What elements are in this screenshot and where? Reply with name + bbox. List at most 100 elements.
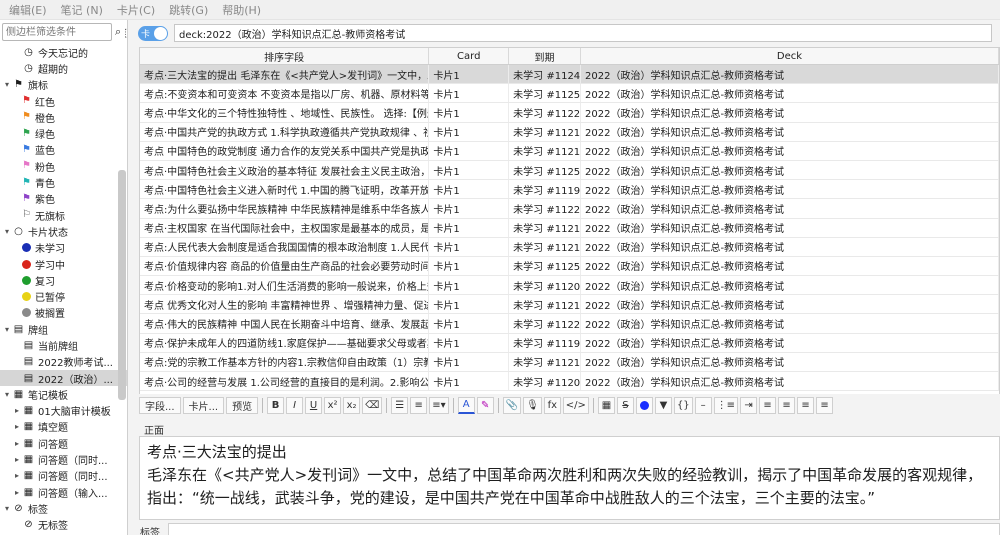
chevron-down-icon[interactable]: ▾ bbox=[2, 325, 12, 334]
chevron-down-icon[interactable]: ▾ bbox=[2, 390, 12, 399]
sidebar-scrollbar[interactable] bbox=[118, 170, 126, 400]
align-left-icon[interactable]: ≡ bbox=[759, 396, 777, 414]
table-row[interactable]: 考点·中华文化的三个特性独特性 、地域性、民族性。 选择:【例题... 卡片1 未学… bbox=[140, 103, 999, 123]
chevron-down-icon[interactable]: ▾ bbox=[2, 80, 12, 89]
sidebar-item[interactable]: ▸ ▦ 问答题（同时... bbox=[0, 468, 127, 484]
html-editor-icon[interactable]: </> bbox=[562, 396, 589, 414]
sidebar-item[interactable]: ▾ ▤ 牌组 bbox=[0, 321, 127, 337]
tags-input[interactable] bbox=[168, 523, 1000, 535]
align-center-icon[interactable]: ≡ bbox=[778, 396, 796, 414]
indent-icon[interactable]: ⇥ bbox=[740, 396, 758, 414]
ordered-list-icon[interactable]: ≡ bbox=[410, 396, 428, 414]
sidebar-item[interactable]: ▾ ⚑ 旗标 bbox=[0, 77, 127, 93]
list-icon[interactable]: ⋮≡ bbox=[713, 396, 739, 414]
cards-notes-toggle[interactable]: 卡 bbox=[138, 25, 168, 41]
sidebar-item[interactable]: ▸ ▦ 问答题 bbox=[0, 435, 127, 451]
sidebar-search-input[interactable] bbox=[2, 23, 112, 41]
table-row[interactable]: 考点·三大法宝的提出 毛泽东在《<共产党人>发刊词》一文中，总... 卡片1 未学习… bbox=[140, 65, 999, 85]
menu-item[interactable]: 跳转(G) bbox=[162, 2, 215, 18]
highlight-color-icon[interactable]: ✎ bbox=[476, 396, 494, 414]
table-row[interactable]: 考点·中国特色社会主义进入新时代 1.中国的腾飞证明，改革开放是... 卡片1 未学… bbox=[140, 180, 999, 200]
front-field-editor[interactable]: 考点·三大法宝的提出 毛泽东在《<共产党人>发刊词》一文中，总结了中国革命两次胜利… bbox=[139, 436, 1000, 520]
table-row[interactable]: 考点·中国共产党的执政方式 1.科学执政遵循共产党执政规律 、社会... 卡片1 未… bbox=[140, 122, 999, 142]
menu-item[interactable]: 卡片(C) bbox=[110, 2, 162, 18]
sidebar-item[interactable]: ⚑ 粉色 bbox=[0, 158, 127, 174]
sidebar-item[interactable]: ▾ ⊘ 标签 bbox=[0, 500, 127, 516]
table-row[interactable]: 考点:为什么要弘扬中华民族精神 中华民族精神是维系中华各族人... 卡片1 未学习 … bbox=[140, 199, 999, 219]
select-tool-icon[interactable]: ⬚ bbox=[124, 24, 127, 40]
table-row[interactable]: 考点 中国特色的政党制度 通力合作的友党关系中国共产党是执政... 卡片1 未学习 … bbox=[140, 141, 999, 161]
text-color-icon[interactable]: A bbox=[457, 396, 475, 414]
menu-item[interactable]: 帮助(H) bbox=[215, 2, 268, 18]
table-row[interactable]: 考点·中国特色社会主义政治的基本特征 发展社会主义民主政治，... 卡片1 未学习 … bbox=[140, 160, 999, 181]
italic-icon[interactable]: I bbox=[286, 396, 304, 414]
attach-icon[interactable]: 📎 bbox=[502, 396, 522, 414]
underline-icon[interactable]: U bbox=[305, 396, 323, 414]
table-row[interactable]: 考点·公司的经营与发展 1.公司经营的直接目的是利润。2.影响公... 卡片1 未学… bbox=[140, 372, 999, 392]
align-right-icon[interactable]: ≡ bbox=[797, 396, 815, 414]
align-justify-icon[interactable]: ≡ bbox=[816, 396, 834, 414]
sidebar-item[interactable]: 学习中 bbox=[0, 256, 127, 272]
menu-item[interactable]: 笔记 (N) bbox=[54, 2, 110, 18]
sidebar-item[interactable]: ◷ 今天忘记的 bbox=[0, 44, 127, 60]
table-row[interactable]: 考点:党的宗教工作基本方针的内容1.宗教信仰自由政策（1）宗教... 卡片1 未学习… bbox=[140, 352, 999, 372]
preview-button[interactable]: 预览 bbox=[226, 396, 259, 414]
sidebar-item[interactable]: 复习 bbox=[0, 272, 127, 288]
sidebar-item[interactable]: ▤ 当前牌组 bbox=[0, 337, 127, 353]
sidebar-item[interactable]: ⊘ 无标签 bbox=[0, 517, 127, 533]
sidebar-item[interactable]: ▤ 2022（政治）... bbox=[0, 369, 127, 387]
chevron-down-icon[interactable]: ▾ bbox=[2, 504, 12, 513]
column-header[interactable]: 排序字段 bbox=[140, 48, 430, 64]
sidebar-item[interactable]: ▸ ▦ 问答题（同时... bbox=[0, 451, 127, 467]
sidebar-item[interactable]: ⚑ 红色 bbox=[0, 93, 127, 109]
formula-icon[interactable]: fx bbox=[543, 396, 561, 414]
dash-icon[interactable]: – bbox=[694, 396, 712, 414]
sidebar-item[interactable]: ▾ ○ 卡片状态 bbox=[0, 223, 127, 239]
sidebar-item[interactable]: 被搁置 bbox=[0, 305, 127, 321]
sidebar-item[interactable]: 未学习 bbox=[0, 240, 127, 256]
table-row[interactable]: 考点:人民代表大会制度是适合我国国情的根本政治制度 1.人民代... 卡片1 未学习… bbox=[140, 237, 999, 257]
sidebar-item[interactable]: ▸ ▦ 问答题（输入... bbox=[0, 484, 127, 500]
strikethrough-icon[interactable]: S bbox=[616, 396, 634, 414]
table-row[interactable]: 考点 优秀文化对人生的影响 丰富精神世界 、增强精神力量、促进... 卡片1 未学习… bbox=[140, 295, 999, 315]
sidebar-item[interactable]: ▸ ▦ 填空题 bbox=[0, 419, 127, 435]
chevron-right-icon[interactable]: ▸ bbox=[12, 439, 22, 448]
align-dropdown-icon[interactable]: ≡▾ bbox=[429, 396, 449, 414]
table-row[interactable]: 考点·伟大的民族精神 中国人民在长期奋斗中培育、继承、发展起... 卡片1 未学习 … bbox=[140, 314, 999, 334]
table-row[interactable]: 考点·价格变动的影响1.对人们生活消费的影响一般说来，价格上升... 卡片1 未学习… bbox=[140, 276, 999, 296]
column-header[interactable]: Card bbox=[429, 48, 510, 64]
chevron-down-icon[interactable]: ▾ bbox=[2, 227, 12, 236]
chevron-right-icon[interactable]: ▸ bbox=[12, 455, 22, 464]
chevron-right-icon[interactable]: ▸ bbox=[12, 406, 22, 415]
eraser-icon[interactable]: ⌫ bbox=[362, 396, 383, 414]
sidebar-item[interactable]: ◷ 超期的 bbox=[0, 60, 127, 76]
sidebar-item[interactable]: ▾ ▦ 笔记模板 bbox=[0, 386, 127, 402]
chevron-right-icon[interactable]: ▸ bbox=[12, 422, 22, 431]
table-row[interactable]: 考点·价值规律内容 商品的价值量由生产商品的社会必要劳动时间... 卡片1 未学习 … bbox=[140, 256, 999, 277]
table-row[interactable]: 考点·保护未成年人的四道防线1.家庭保护——基础要求父母或者其... 卡片1 未学习… bbox=[140, 333, 999, 353]
fields-button[interactable]: 字段... bbox=[139, 396, 181, 414]
chevron-right-icon[interactable]: ▸ bbox=[12, 488, 22, 497]
sidebar-item[interactable]: ▸ ▦ 01大脑审计模板 bbox=[0, 403, 127, 419]
sidebar-item[interactable]: ⚑ 青色 bbox=[0, 174, 127, 190]
menu-item[interactable]: 编辑(E) bbox=[2, 2, 54, 18]
sidebar-item[interactable]: ⚐ 无旗标 bbox=[0, 207, 127, 223]
triangle-down-icon[interactable]: ▼ bbox=[654, 396, 672, 414]
search-icon[interactable]: ⌕ bbox=[115, 24, 121, 40]
superscript-icon[interactable]: x² bbox=[324, 396, 342, 414]
sidebar-item[interactable]: ⚑ 蓝色 bbox=[0, 142, 127, 158]
cards-button[interactable]: 卡片... bbox=[182, 396, 225, 414]
table-row[interactable]: 考点:不变资本和可变资本 不变资本是指以厂房、机器、原材料等... 卡片1 未学习 … bbox=[140, 84, 999, 104]
chevron-right-icon[interactable]: ▸ bbox=[12, 471, 22, 480]
sidebar-item[interactable]: ▤ 2022教师考试... bbox=[0, 354, 127, 370]
sidebar-item[interactable]: ⚑ 紫色 bbox=[0, 191, 127, 207]
sidebar-item[interactable]: 已暂停 bbox=[0, 288, 127, 304]
search-input[interactable]: deck:2022（政治）学科知识点汇总-教师资格考试 bbox=[174, 24, 992, 42]
column-header[interactable]: 到期 bbox=[509, 48, 581, 64]
table-row[interactable]: 考点·主权国家 在当代国际社会中，主权国家是最基本的成员，是... 卡片1 未学习 … bbox=[140, 218, 999, 238]
sidebar-item[interactable]: ⚑ 绿色 bbox=[0, 125, 127, 141]
bold-icon[interactable]: B bbox=[267, 396, 285, 414]
sidebar-item[interactable]: ⚑ 橙色 bbox=[0, 109, 127, 125]
table-icon[interactable]: ▦ bbox=[597, 396, 615, 414]
unordered-list-icon[interactable]: ☰ bbox=[391, 396, 409, 414]
